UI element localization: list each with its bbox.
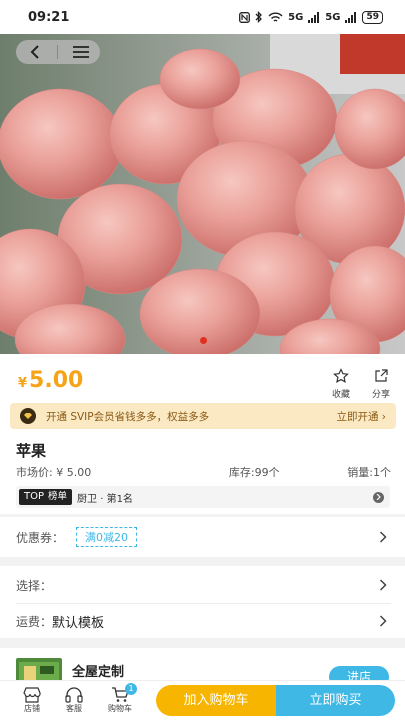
carousel-indicator <box>200 337 207 344</box>
status-icons: 5G 5G 59 <box>239 10 383 24</box>
shipping-row[interactable]: 运费： 默认模板 <box>0 604 405 638</box>
back-button[interactable] <box>20 40 50 64</box>
star-icon <box>333 368 349 383</box>
back-icon <box>30 45 39 59</box>
stock-count: 库存:99个 <box>228 466 280 479</box>
shipping-value: 默认模板 <box>52 615 105 631</box>
cart-count-badge: 1 <box>125 683 137 695</box>
product-meta: 市场价: ¥ 5.00 库存:99个 销量:1个 <box>16 464 391 480</box>
tab-service[interactable]: 客服 <box>58 687 90 714</box>
wifi-icon <box>268 12 283 22</box>
store-icon <box>23 687 41 703</box>
price-value: 5.00 <box>29 368 84 393</box>
headset-icon <box>65 687 83 703</box>
cart-label: 购物车 <box>108 704 132 713</box>
svip-text: 开通 SVIP会员省钱多多，权益多多 <box>46 410 210 423</box>
store-label: 店铺 <box>24 704 40 713</box>
coupon-row[interactable]: 优惠券： 满0减20 <box>0 517 405 557</box>
product-image[interactable] <box>0 34 405 354</box>
ranking-bar[interactable]: TOP 榜单 厨卫 · 第1名 <box>16 486 390 508</box>
share-button[interactable]: 分享 <box>363 368 399 400</box>
share-label: 分享 <box>371 390 390 400</box>
product-price: ¥5.00 <box>18 368 83 393</box>
signal-icon <box>308 11 320 23</box>
favorite-button[interactable]: 收藏 <box>323 368 359 400</box>
select-spec-row[interactable]: 选择： <box>0 566 405 604</box>
ranking-tag-top: TOP <box>24 491 45 502</box>
diamond-icon <box>20 408 36 424</box>
chevron-right-icon <box>379 579 387 591</box>
apple-photo <box>0 34 405 354</box>
tab-cart[interactable]: 购物车 1 <box>104 683 137 714</box>
signal-icon-2 <box>345 11 357 23</box>
chevron-right-icon <box>379 531 387 543</box>
tab-store[interactable]: 店铺 <box>16 687 48 714</box>
svip-open-link[interactable]: 立即开通 › <box>336 409 386 424</box>
share-icon <box>375 369 388 382</box>
service-label: 客服 <box>66 704 82 713</box>
ranking-tag: TOP 榜单 <box>19 489 73 505</box>
shipping-label: 运费： <box>16 614 53 629</box>
sales-count: 销量:1个 <box>347 466 391 479</box>
market-price: 市场价: ¥ 5.00 <box>16 466 92 479</box>
favorite-label: 收藏 <box>331 390 350 400</box>
select-label: 选择： <box>16 578 53 593</box>
shop-name: 全屋定制 <box>72 665 125 680</box>
network-label-2: 5G <box>325 11 341 23</box>
status-bar: 09:21 5G 5G 59 <box>0 0 405 34</box>
buy-now-button[interactable]: 立即购买 <box>276 685 395 716</box>
chevron-right-icon <box>379 615 387 627</box>
ranking-tag-label: 榜单 <box>48 491 68 502</box>
currency-symbol: ¥ <box>18 376 28 391</box>
add-to-cart-button[interactable]: 加入购物车 <box>156 685 276 716</box>
bottom-action-bar: 店铺 客服 购物车 1 加入购物车 立即购买 <box>0 680 405 720</box>
coupon-tag[interactable]: 满0减20 <box>76 527 138 547</box>
nfc-icon <box>239 11 251 23</box>
battery-icon: 59 <box>362 10 383 24</box>
svip-banner[interactable]: 开通 SVIP会员省钱多多，权益多多 立即开通 › <box>10 403 396 429</box>
chevron-right-icon <box>373 491 384 503</box>
product-info: ¥5.00 收藏 分享 开通 SVIP会员省钱多多，权益多多 立即开通 › 苹果… <box>0 354 405 514</box>
coupon-label: 优惠券： <box>16 530 65 545</box>
menu-button[interactable] <box>66 40 96 64</box>
network-label: 5G <box>288 11 304 23</box>
menu-icon <box>73 46 90 58</box>
nav-capsule <box>16 40 100 64</box>
nav-divider <box>57 45 59 59</box>
status-time: 09:21 <box>28 9 70 25</box>
product-name: 苹果 <box>16 442 47 460</box>
ranking-text: 厨卫 · 第1名 <box>77 493 133 505</box>
bluetooth-icon <box>255 11 263 23</box>
